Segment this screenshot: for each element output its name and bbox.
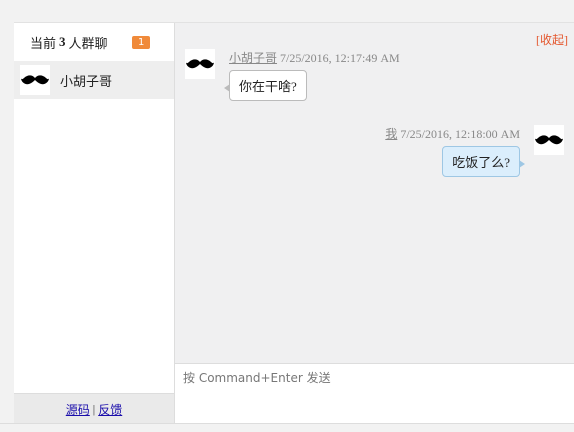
message-meta: 我 7/25/2016, 12:18:00 AM [385, 125, 520, 142]
message-bubble: 你在干啥? [224, 70, 307, 101]
message-area: [收起] 小胡子哥 7/25/2016, 12:17:49 AM 你在干啥? 我… [175, 23, 574, 363]
group-header-suffix: 人群聊 [68, 35, 108, 51]
message-bubble: 吃饭了么? [442, 146, 525, 177]
member-count: 3 [59, 34, 66, 49]
feedback-link[interactable]: 反馈 [98, 401, 122, 418]
message-user[interactable]: 我 [385, 127, 397, 141]
message-meta: 小胡子哥 7/25/2016, 12:17:49 AM [229, 49, 400, 66]
group-header-prefix: 当前 [30, 35, 57, 51]
message-right: 我 7/25/2016, 12:18:00 AM 吃饭了么? [364, 125, 564, 185]
message-user[interactable]: 小胡子哥 [229, 51, 277, 65]
message-time: 7/25/2016, 12:17:49 AM [280, 51, 400, 65]
group-header: 当前 3 人群聊 1 [14, 23, 174, 61]
sidebar: 当前 3 人群聊 1 小胡子哥 源码 | 反馈 [14, 23, 175, 424]
user-name: 小胡子哥 [60, 73, 113, 89]
source-link[interactable]: 源码 [66, 401, 90, 418]
message-time: 7/25/2016, 12:18:00 AM [400, 127, 520, 141]
collapse-button[interactable]: [收起] [536, 31, 568, 48]
mustache-icon [185, 49, 215, 79]
footer-separator: | [92, 401, 96, 416]
message-input-area [175, 363, 574, 425]
sidebar-footer: 源码 | 反馈 [14, 393, 174, 424]
chat-window: 当前 3 人群聊 1 小胡子哥 源码 | 反馈 [收起] 小胡子哥 7/25/2… [14, 22, 574, 425]
user-list-item[interactable]: 小胡子哥 [14, 61, 174, 99]
message-input[interactable] [181, 370, 555, 386]
mustache-icon [20, 65, 50, 95]
mustache-icon [534, 125, 564, 155]
unread-badge: 1 [132, 36, 151, 49]
